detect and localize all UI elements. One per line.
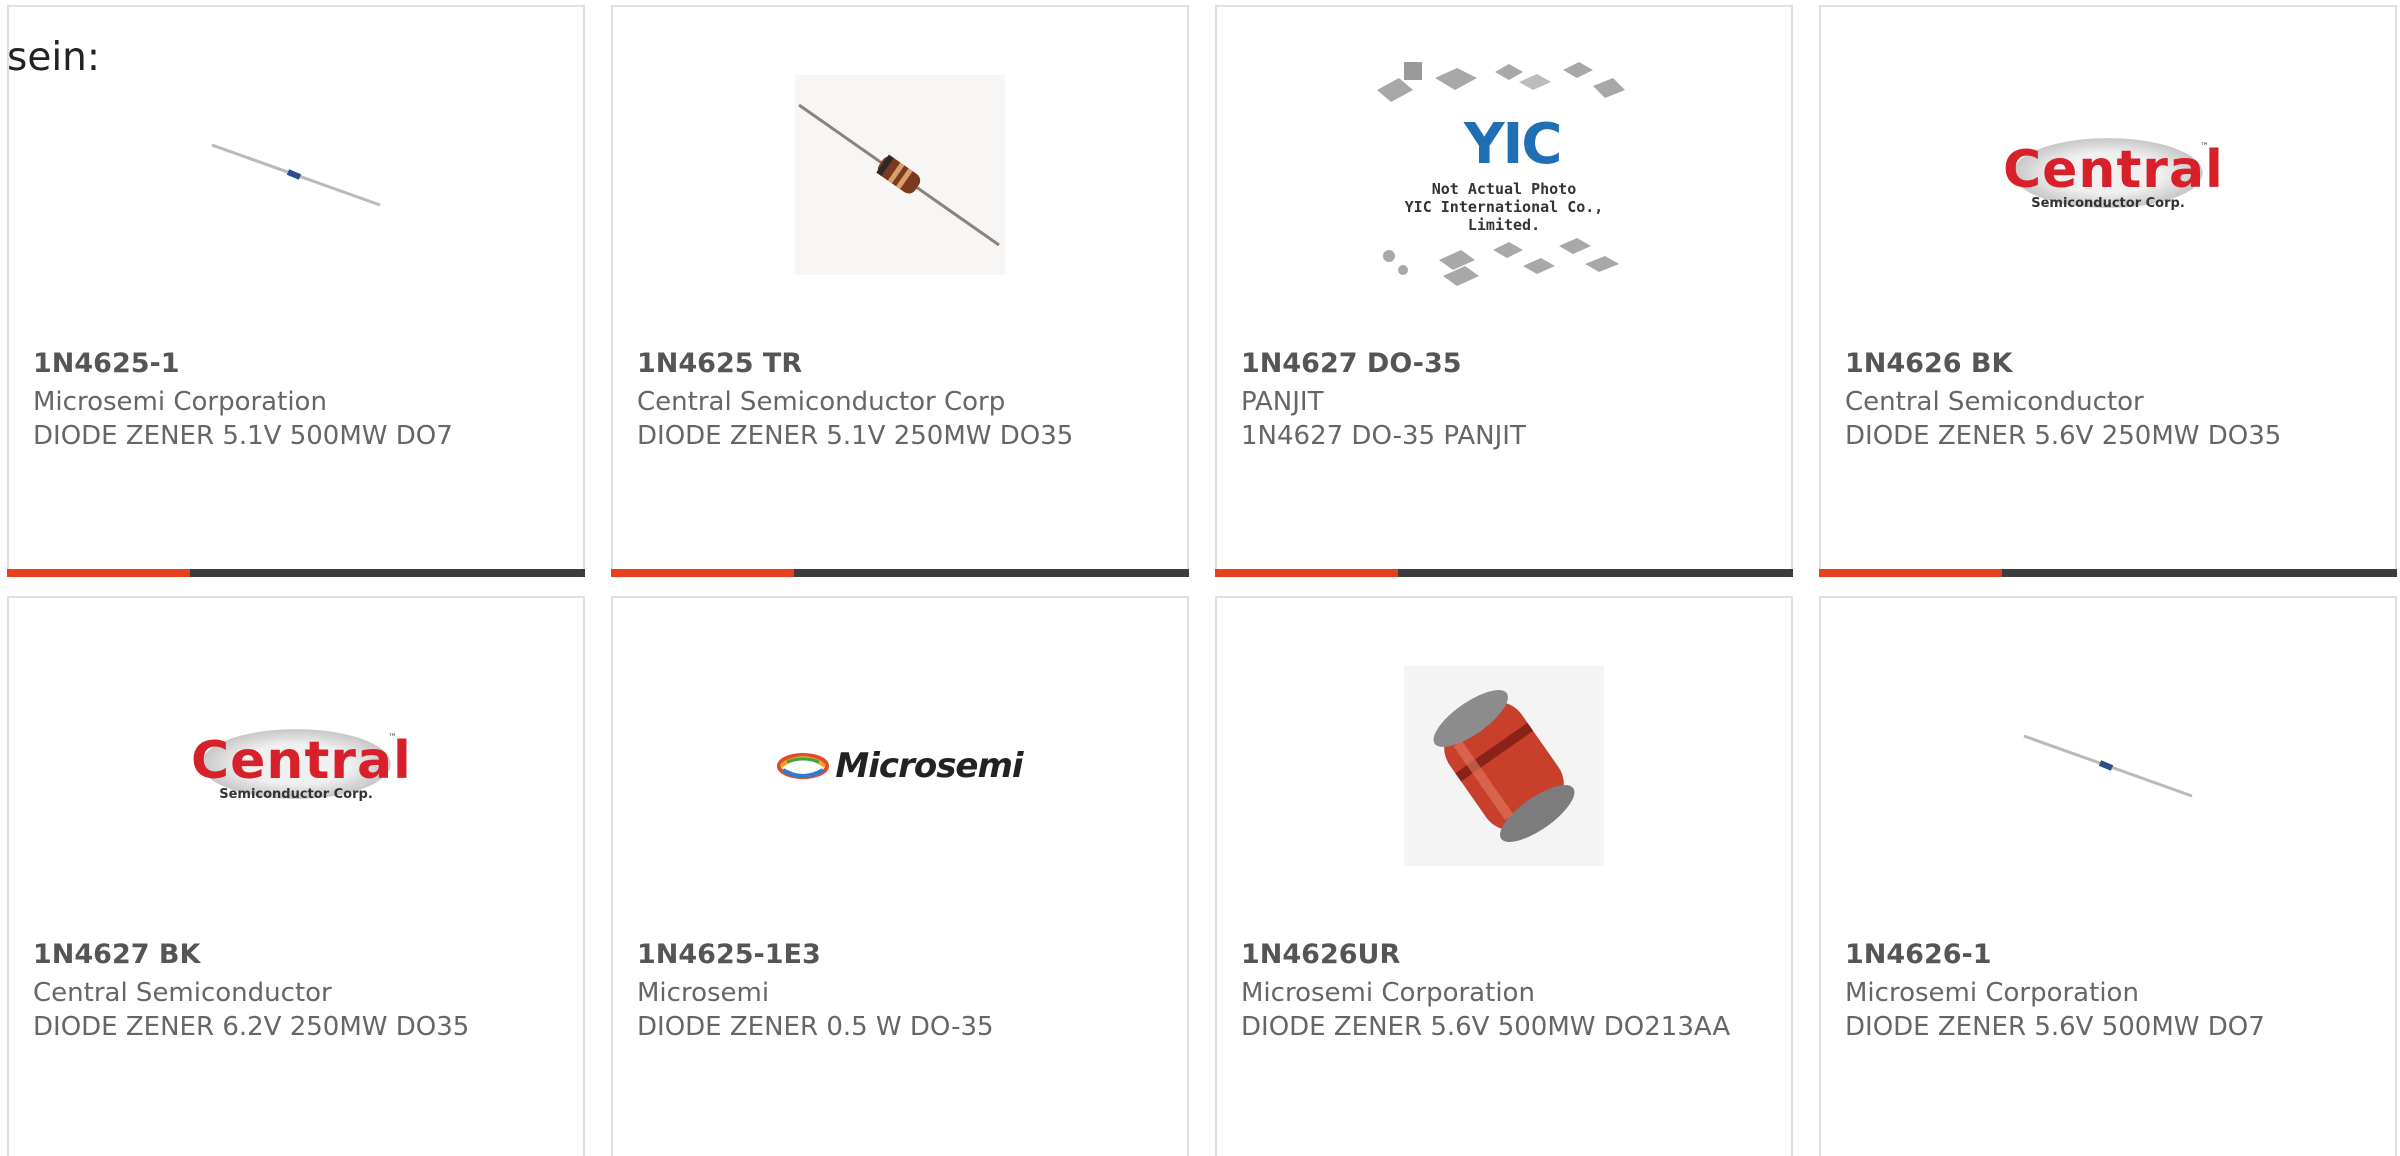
manufacturer: PANJIT	[1241, 387, 1324, 417]
melf-diode-icon	[1404, 666, 1604, 866]
description: DIODE ZENER 5.1V 250MW DO35	[637, 421, 1074, 451]
logo-sub: Semiconductor Corp.	[219, 787, 373, 802]
manufacturer: Microsemi	[637, 978, 770, 1008]
logo-word: Central	[2003, 140, 2224, 200]
description: DIODE ZENER 6.2V 250MW DO35	[33, 1012, 470, 1042]
image-caption-line1: Not Actual Photo	[1431, 180, 1577, 198]
description: DIODE ZENER 5.6V 500MW DO213AA	[1241, 1012, 1731, 1042]
part-number[interactable]: 1N4627 BK	[33, 939, 200, 970]
product-image[interactable]: Microsemi	[613, 666, 1187, 866]
part-number[interactable]: 1N4626UR	[1241, 939, 1400, 970]
axial-diode-photo-icon	[795, 75, 1005, 275]
description: 1N4627 DO-35 PANJIT	[1241, 421, 1526, 451]
product-card[interactable]: Central Semiconductor Corp. ™ 1N4627 BK …	[7, 596, 585, 1156]
product-grid-page: sein: 1N4625-1 Microsemi Corporation DIO…	[0, 0, 2400, 1156]
product-image[interactable]	[1217, 666, 1791, 866]
description: DIODE ZENER 0.5 W DO-35	[637, 1012, 994, 1042]
card-accent	[1215, 569, 1398, 577]
card-bottom-bar	[1819, 569, 2397, 577]
product-image[interactable]	[613, 75, 1187, 275]
product-card[interactable]: YIC Not Actual Photo YIC International C…	[1215, 5, 1793, 577]
logo-word: Microsemi	[835, 746, 1023, 786]
product-image[interactable]	[1821, 666, 2395, 866]
manufacturer: Central Semiconductor Corp	[637, 387, 1006, 417]
product-image[interactable]	[9, 75, 583, 275]
axial-diode-thin-icon	[211, 143, 381, 207]
axial-diode-thin-icon	[2023, 734, 2193, 798]
description: DIODE ZENER 5.1V 500MW DO7	[33, 421, 453, 451]
product-card[interactable]: 1N4625-1 Microsemi Corporation DIODE ZEN…	[7, 5, 585, 577]
logo-word: Central	[191, 731, 412, 791]
part-number[interactable]: 1N4625 TR	[637, 348, 802, 379]
central-logo: Central Semiconductor Corp. ™	[2003, 130, 2224, 220]
microsemi-mark-icon	[777, 753, 830, 779]
yic-placeholder-icon: YIC Not Actual Photo YIC International C…	[1369, 50, 1639, 300]
manufacturer: Central Semiconductor	[1845, 387, 2144, 417]
logo-tm: ™	[388, 733, 397, 743]
card-bottom-bar	[611, 569, 1189, 577]
product-image[interactable]: Central Semiconductor Corp. ™	[1821, 75, 2395, 275]
manufacturer: Central Semiconductor	[33, 978, 332, 1008]
card-accent	[1819, 569, 2002, 577]
product-card[interactable]: Central Semiconductor Corp. ™ 1N4626 BK …	[1819, 5, 2397, 577]
manufacturer: Microsemi Corporation	[33, 387, 327, 417]
part-number[interactable]: 1N4625-1	[33, 348, 180, 379]
product-card[interactable]: Microsemi 1N4625-1E3 Microsemi DIODE ZEN…	[611, 596, 1189, 1156]
product-card[interactable]: 1N4626-1 Microsemi Corporation DIODE ZEN…	[1819, 596, 2397, 1156]
image-caption-line2: YIC International Co., Limited.	[1404, 198, 1604, 234]
intro-text: sein:	[7, 35, 101, 80]
logo-sub: Semiconductor Corp.	[2031, 196, 2185, 211]
product-image[interactable]: Central Semiconductor Corp. ™	[9, 666, 583, 866]
product-grid: 1N4625-1 Microsemi Corporation DIODE ZEN…	[7, 5, 2400, 1156]
part-number[interactable]: 1N4626 BK	[1845, 348, 2012, 379]
product-card[interactable]: 1N4626UR Microsemi Corporation DIODE ZEN…	[1215, 596, 1793, 1156]
card-accent	[7, 569, 190, 577]
card-bottom-bar	[1215, 569, 1793, 577]
description: DIODE ZENER 5.6V 500MW DO7	[1845, 1012, 2265, 1042]
card-bottom-bar	[7, 569, 585, 577]
manufacturer: Microsemi Corporation	[1845, 978, 2139, 1008]
logo-tm: ™	[2200, 142, 2209, 152]
product-image[interactable]: YIC Not Actual Photo YIC International C…	[1217, 62, 1791, 286]
part-number[interactable]: 1N4627 DO-35	[1241, 348, 1462, 379]
description: DIODE ZENER 5.6V 250MW DO35	[1845, 421, 2282, 451]
part-number[interactable]: 1N4625-1E3	[637, 939, 821, 970]
card-accent	[611, 569, 794, 577]
yic-logo: YIC	[1464, 112, 1562, 177]
microsemi-logo: Microsemi	[777, 746, 1024, 786]
part-number[interactable]: 1N4626-1	[1845, 939, 1992, 970]
manufacturer: Microsemi Corporation	[1241, 978, 1535, 1008]
product-card[interactable]: 1N4625 TR Central Semiconductor Corp DIO…	[611, 5, 1189, 577]
central-logo: Central Semiconductor Corp. ™	[191, 721, 412, 811]
